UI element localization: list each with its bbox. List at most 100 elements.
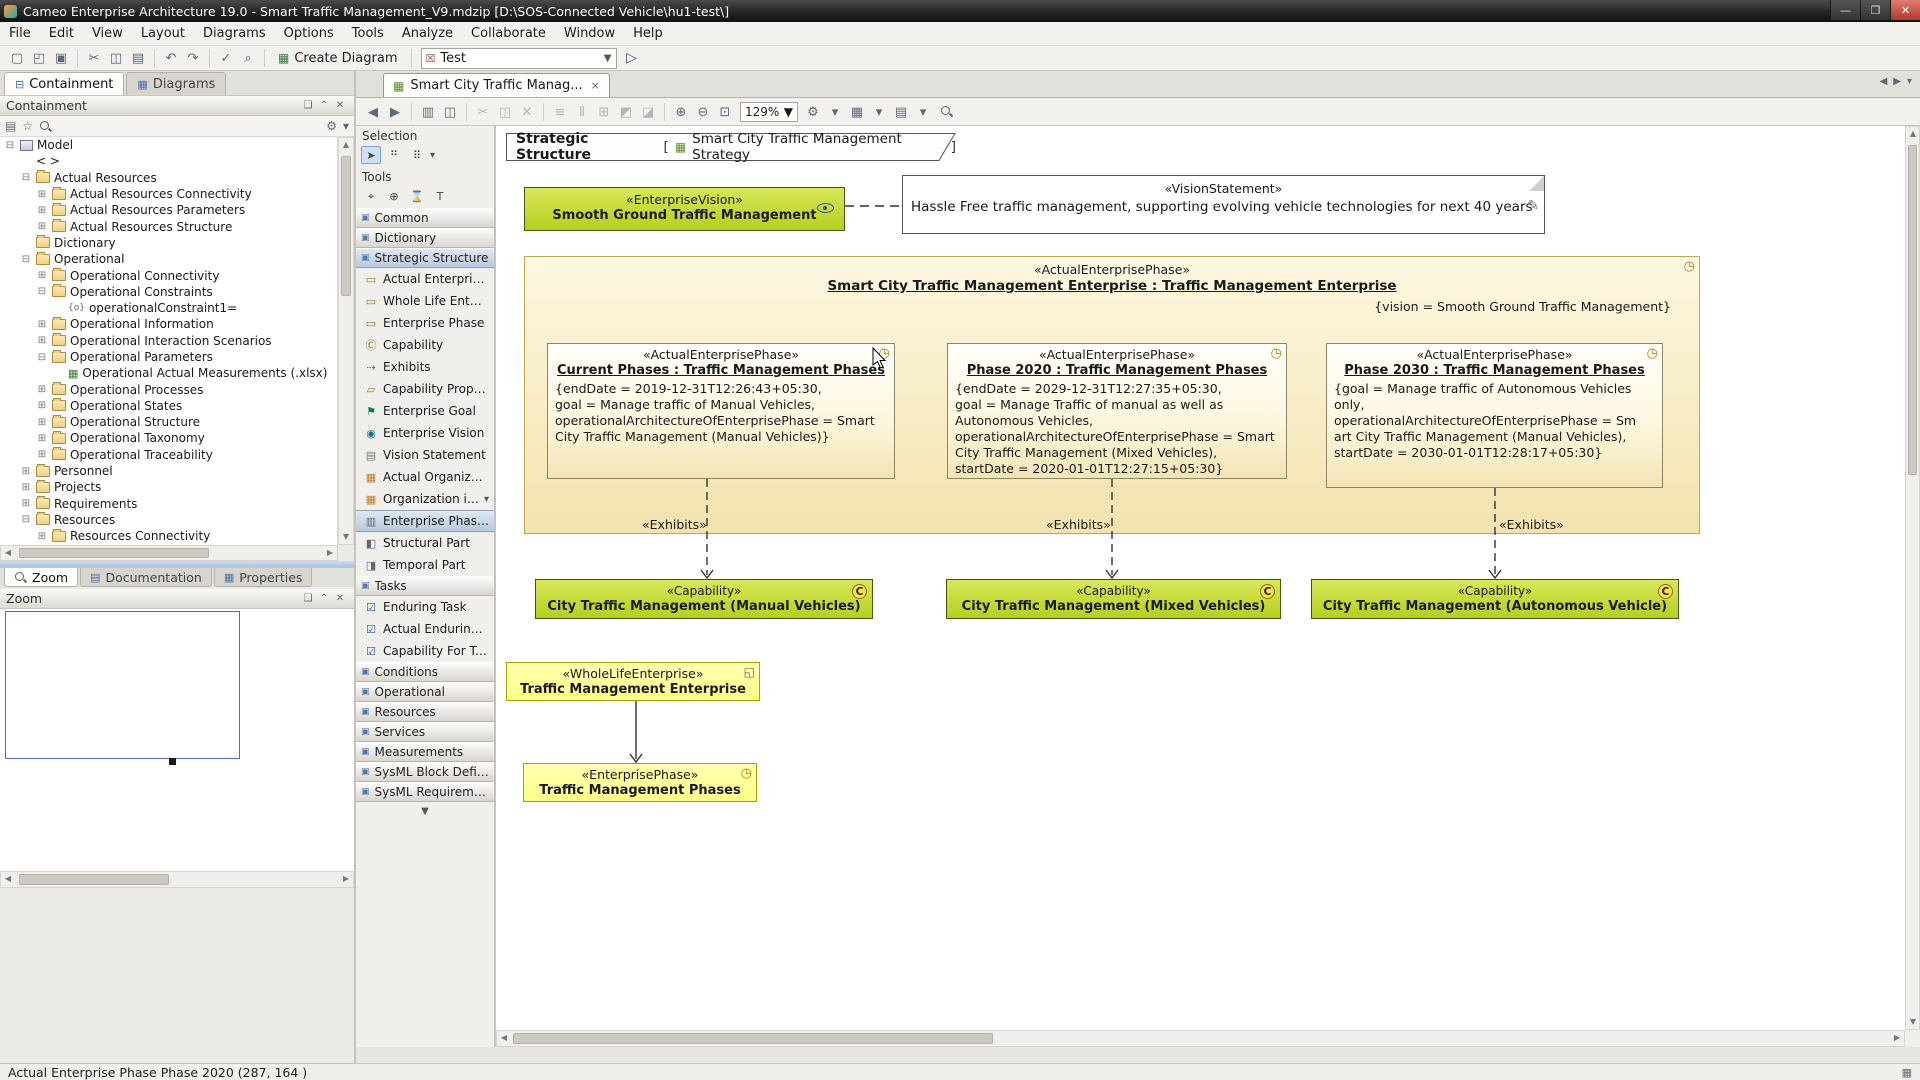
menu-options[interactable]: Options: [275, 22, 343, 45]
palette-item-actual-enterprise-p[interactable]: ▭Actual Enterprise P...: [356, 268, 494, 290]
perspective-combobox[interactable]: ☒ Test ▼: [421, 48, 617, 69]
capability-mixed-vehicles-box[interactable]: «Capability» City Traffic Management (Mi…: [946, 579, 1281, 619]
tree-item-operational-constraints[interactable]: ⊟Operational Constraints: [0, 284, 337, 300]
tab-documentation[interactable]: ▤ Documentation: [80, 568, 212, 587]
phase-2030-box[interactable]: «ActualEnterprisePhase» Phase 2030 : Tra…: [1326, 343, 1663, 488]
tree-expand-toggle[interactable]: ⊞: [36, 221, 48, 232]
float-panel-icon[interactable]: ❏: [300, 100, 316, 111]
chevron-down-icon[interactable]: ▾: [824, 102, 846, 122]
tab-properties[interactable]: ▦ Properties: [214, 568, 313, 587]
tree-item-resources[interactable]: ⊟Resources: [0, 512, 337, 528]
canvas-vertical-scrollbar[interactable]: ▲ ▼: [1905, 126, 1920, 1030]
tree-expand-toggle[interactable]: ⊞: [36, 400, 48, 411]
next-tab-icon[interactable]: ▶: [1893, 76, 1901, 87]
enterprise-phase-box[interactable]: «EnterprisePhase» Traffic Management Pha…: [523, 763, 757, 802]
tree-expand-toggle[interactable]: ⊟: [20, 172, 32, 183]
zoom-mode-tool-icon[interactable]: ⠿: [407, 146, 427, 164]
menu-diagrams[interactable]: Diagrams: [194, 22, 275, 45]
tree-item-operational-information[interactable]: ⊞Operational Information: [0, 316, 337, 332]
diagram-canvas[interactable]: Strategic Structure [ ▦ Smart City Traff…: [496, 126, 1905, 1030]
palette-overflow-arrow[interactable]: ▼: [356, 802, 494, 817]
sticky-mode-icon[interactable]: ⌖: [361, 187, 381, 205]
palette-item-capability-for-task[interactable]: ☑Capability For Task: [356, 640, 494, 662]
capability-autonomous-vehicle-box[interactable]: «Capability» City Traffic Management (Au…: [1311, 579, 1679, 619]
close-tab-icon[interactable]: ×: [591, 79, 600, 92]
scrollbar-thumb[interactable]: [1908, 145, 1917, 475]
tree-item-actual-resources-connectivity[interactable]: ⊞Actual Resources Connectivity: [0, 186, 337, 202]
menu-edit[interactable]: Edit: [40, 22, 83, 45]
palette-item-exhibits[interactable]: ⇢Exhibits: [356, 356, 494, 378]
tree-item-actual-resources[interactable]: ⊟Actual Resources: [0, 170, 337, 186]
menu-tools[interactable]: Tools: [343, 22, 393, 45]
diagram-options-gear-icon[interactable]: ⚙: [802, 102, 824, 122]
tab-list-icon[interactable]: ▾: [1907, 76, 1912, 87]
redo-icon[interactable]: ↷: [182, 48, 204, 68]
palette-drawer-dictionary[interactable]: ▣Dictionary: [356, 228, 494, 248]
save-icon[interactable]: ▣: [50, 48, 72, 68]
tree-item-operational-interaction-scenarios[interactable]: ⊞Operational Interaction Scenarios: [0, 333, 337, 349]
chevron-down-icon[interactable]: ▾: [484, 494, 489, 505]
menu-analyze[interactable]: Analyze: [393, 22, 462, 45]
tab-diagrams[interactable]: ▦ Diagrams: [126, 72, 226, 95]
phase-current-box[interactable]: «ActualEnterprisePhase» Current Phases :…: [547, 343, 895, 479]
tree-item-[interactable]: < >: [0, 153, 337, 169]
tree-item-requirements[interactable]: ⊞Requirements: [0, 496, 337, 512]
tree-item-operational-taxonomy[interactable]: ⊞Operational Taxonomy: [0, 430, 337, 446]
palette-drawer-conditions[interactable]: ▣Conditions: [356, 662, 494, 682]
palette-drawer-common[interactable]: ▣Common: [356, 208, 494, 228]
menu-file[interactable]: File: [0, 22, 40, 45]
scroll-right-arrow[interactable]: ▶: [323, 546, 337, 560]
tree-expand-toggle[interactable]: ⊟: [20, 514, 32, 525]
tree-expand-toggle[interactable]: ⊞: [36, 270, 48, 281]
scroll-right-arrow[interactable]: ▶: [1890, 1031, 1904, 1045]
palette-item-structural-part[interactable]: ◧Structural Part: [356, 532, 494, 554]
vision-statement-note[interactable]: «VisionStatement» Hassle Free traffic ma…: [902, 175, 1545, 234]
tree-expand-toggle[interactable]: ⊞: [36, 319, 48, 330]
chevron-down-icon[interactable]: ▾: [868, 102, 890, 122]
cut-icon[interactable]: ✂: [83, 48, 105, 68]
palette-item-whole-life-enterprise[interactable]: ▭Whole Life Enterprise: [356, 290, 494, 312]
palette-item-organization-in-e[interactable]: ▦Organization in E...▾: [356, 488, 494, 510]
palette-drawer-operational[interactable]: ▣Operational: [356, 682, 494, 702]
tree-horizontal-scrollbar[interactable]: ◀ ▶: [0, 545, 338, 561]
tree-expand-toggle[interactable]: ⊞: [36, 433, 48, 444]
chevron-down-icon[interactable]: ▼: [604, 53, 612, 64]
create-diagram-button[interactable]: ▦ Create Diagram: [270, 48, 406, 69]
chevron-down-icon[interactable]: ▾: [343, 119, 349, 133]
tree-expand-toggle[interactable]: ⊟: [36, 286, 48, 297]
menu-view[interactable]: View: [83, 22, 132, 45]
palette-item-actual-organization[interactable]: ▦Actual Organization: [356, 466, 494, 488]
scroll-left-arrow[interactable]: ◀: [1, 546, 15, 560]
tree-item-resources-connectivity[interactable]: ⊞Resources Connectivity: [0, 528, 337, 544]
settings-gear-icon[interactable]: ⚙: [326, 119, 337, 133]
zoom-horizontal-scrollbar[interactable]: ◀ ▶: [0, 871, 354, 888]
select-in-containment-icon[interactable]: ▥: [417, 102, 439, 122]
search-in-diagram-icon[interactable]: [940, 105, 953, 118]
zoom-viewport-rect[interactable]: [5, 611, 240, 759]
minimize-button[interactable]: —: [1830, 0, 1860, 20]
zoom-in-icon[interactable]: ⊕: [670, 102, 692, 122]
tree-item-actual-resources-parameters[interactable]: ⊞Actual Resources Parameters: [0, 202, 337, 218]
scroll-down-arrow[interactable]: ▼: [339, 530, 353, 544]
tree-item-operational-connectivity[interactable]: ⊞Operational Connectivity: [0, 267, 337, 283]
tree-item-personnel[interactable]: ⊞Personnel: [0, 463, 337, 479]
validation-icon[interactable]: ✓: [215, 48, 237, 68]
palette-item-actual-enduring-task[interactable]: ☑Actual Enduring Task: [356, 618, 494, 640]
diagram-tab[interactable]: ▦ Smart City Traffic Manag... ×: [383, 73, 610, 97]
palette-item-enterprise-goal[interactable]: ⚑Enterprise Goal: [356, 400, 494, 422]
tree-expand-toggle[interactable]: ⊞: [36, 384, 48, 395]
tree-item-operational-structure[interactable]: ⊞Operational Structure: [0, 414, 337, 430]
minimize-panel-icon[interactable]: ⌃: [316, 593, 332, 604]
magnet-tool-icon[interactable]: ⊕: [384, 187, 404, 205]
tree-expand-toggle[interactable]: ⊞: [20, 498, 32, 509]
tree-item-operational-traceability[interactable]: ⊞Operational Traceability: [0, 447, 337, 463]
palette-drawer-tasks[interactable]: ▣Tasks: [356, 576, 494, 596]
close-panel-icon[interactable]: ✕: [332, 100, 348, 111]
back-icon[interactable]: ◀: [362, 102, 384, 122]
scroll-down-arrow[interactable]: ▼: [1906, 1015, 1920, 1029]
palette-drawer-services[interactable]: ▣Services: [356, 722, 494, 742]
enterprise-vision-box[interactable]: «EnterpriseVision» Smooth Ground Traffic…: [524, 187, 845, 231]
related-elements-icon[interactable]: ◫: [439, 102, 461, 122]
tree-item-model[interactable]: ⊟Model: [0, 137, 337, 153]
zoom-combobox[interactable]: 129% ▼: [740, 102, 798, 122]
